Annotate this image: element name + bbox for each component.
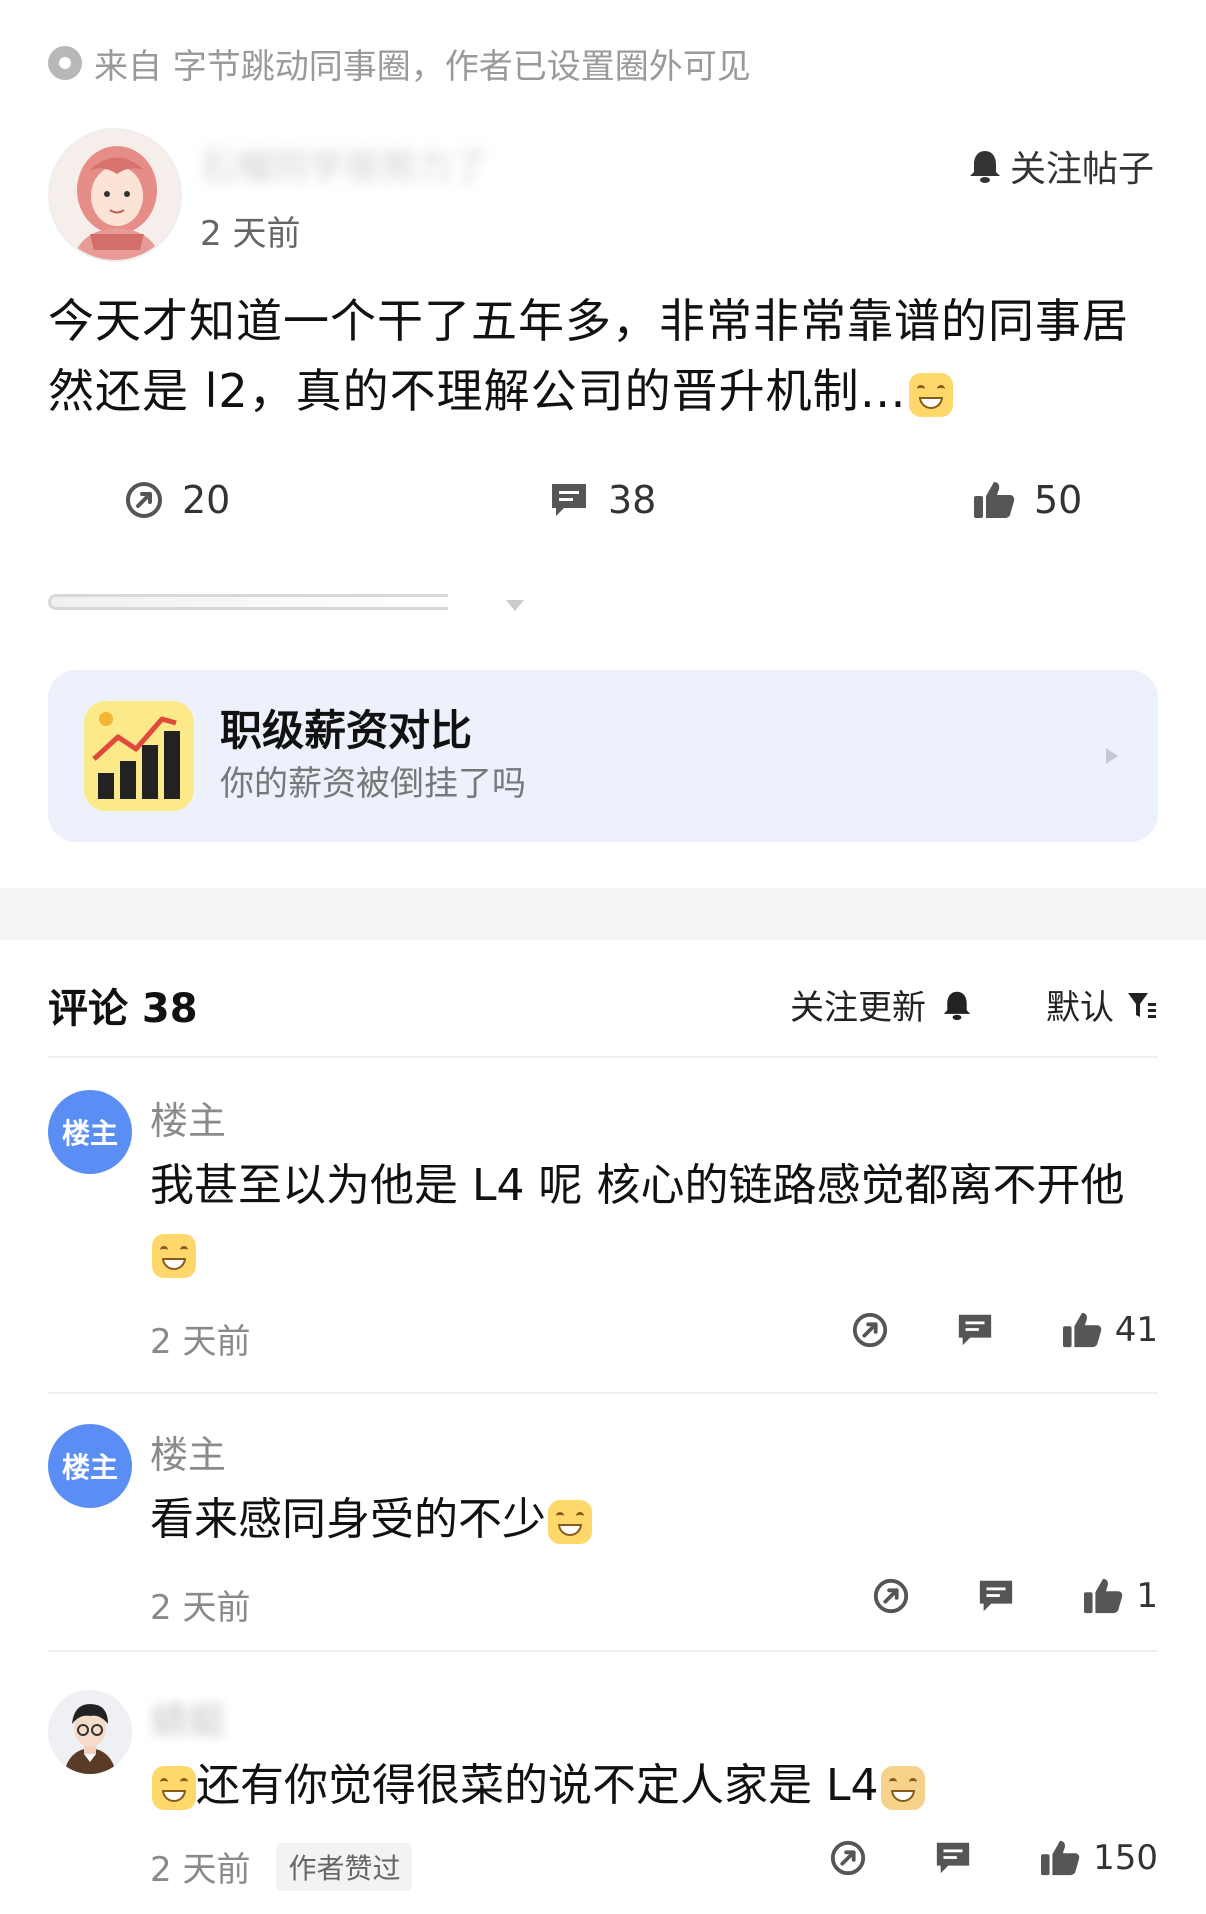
comment-time-text: 2 天前 xyxy=(150,1322,251,1362)
comment-author-name[interactable]: 蜻蜓 xyxy=(150,1690,226,1745)
salary-comparison-card[interactable]: 职级薪资对比 你的薪资被倒挂了吗 xyxy=(48,670,1158,842)
comment-icon xyxy=(958,1314,991,1346)
comment-count: 38 xyxy=(608,478,657,522)
comment-share-button[interactable] xyxy=(872,1577,910,1615)
follow-post-button[interactable]: 关注帖子 xyxy=(968,140,1154,192)
comment-author-name[interactable]: 楼主 xyxy=(150,1424,226,1479)
comment-text: 看来感同身受的不少 xyxy=(150,1486,1150,1554)
thumbs-up-icon xyxy=(974,482,1015,518)
circle-source-text: 来自 字节跳动同事圈，作者已设置圈外可见 xyxy=(94,46,751,87)
like-count: 50 xyxy=(1034,478,1083,522)
collapse-toggle[interactable] xyxy=(48,594,524,612)
salary-card-subtitle: 你的薪资被倒挂了吗 xyxy=(220,764,526,804)
thumbs-up-icon xyxy=(1062,1312,1101,1348)
share-icon xyxy=(874,1578,909,1614)
comment-reply-button[interactable] xyxy=(933,1839,973,1877)
author-liked-badge: 作者赞过 xyxy=(276,1842,413,1891)
post-time: 2 天前 xyxy=(200,214,301,254)
comment-actions: 41 xyxy=(851,1310,1158,1350)
post-stats: 20 38 50 xyxy=(0,478,1206,538)
comment-like-button[interactable]: 41 xyxy=(1061,1310,1158,1350)
comment-text-content: 看来感同身受的不少 xyxy=(150,1494,546,1545)
circle-icon xyxy=(48,46,82,80)
filter-icon xyxy=(1128,992,1156,1018)
thumbs-up-icon xyxy=(1041,1840,1080,1876)
grin-emoji-icon xyxy=(548,1500,592,1544)
bell-icon xyxy=(969,151,1000,183)
divider xyxy=(48,1650,1158,1652)
comment-like-button[interactable]: 1 xyxy=(1082,1576,1158,1616)
comment-time-text: 2 天前 xyxy=(150,1588,251,1628)
salary-chart-icon xyxy=(84,701,194,811)
commenter-avatar[interactable] xyxy=(48,1690,132,1774)
share-icon xyxy=(830,1840,866,1876)
thumbs-up-icon xyxy=(1084,1578,1123,1614)
comment-share-button[interactable] xyxy=(829,1839,867,1877)
section-divider xyxy=(0,888,1206,940)
comment-time: 2 天前 xyxy=(150,1580,250,1629)
comment-actions: 1 xyxy=(872,1576,1158,1616)
comment-like-button[interactable]: 150 xyxy=(1039,1838,1158,1878)
post-body: 今天才知道一个干了五年多，非常非常靠谱的同事居然还是 l2，真的不理解公司的晋升… xyxy=(48,286,1158,426)
author-avatar[interactable]: 楼主 xyxy=(48,1424,132,1508)
bell-icon xyxy=(943,991,971,1020)
comment-time-text: 2 天前 xyxy=(150,1850,251,1890)
comment-icon xyxy=(936,1842,970,1874)
sort-label: 默认 xyxy=(1046,988,1114,1028)
share-count: 20 xyxy=(182,478,231,522)
comment-text-content: 我甚至以为他是 L4 呢 核心的链路感觉都离不开他 xyxy=(150,1160,1125,1211)
comment-like-count: 150 xyxy=(1093,1838,1158,1878)
grin-emoji-icon xyxy=(152,1234,196,1278)
share-icon xyxy=(852,1312,887,1348)
comment-text: 还有你觉得很菜的说不定人家是 L4 xyxy=(150,1752,1150,1820)
post-author-name[interactable]: 石榴同学很努力了 xyxy=(200,138,540,188)
divider xyxy=(48,1056,1158,1058)
sort-button[interactable]: 默认 xyxy=(1046,980,1158,1029)
post-author-avatar[interactable] xyxy=(48,128,182,262)
doge-emoji-icon xyxy=(880,1766,925,1810)
chevron-down-icon xyxy=(506,600,524,611)
comment-icon xyxy=(980,1580,1013,1612)
follow-post-label: 关注帖子 xyxy=(1009,149,1154,190)
shy-emoji-icon xyxy=(908,372,953,417)
author-avatar[interactable]: 楼主 xyxy=(48,1090,132,1174)
divider xyxy=(48,1392,1158,1394)
circle-source: 来自 字节跳动同事圈，作者已设置圈外可见 xyxy=(48,40,751,87)
comment-author-name[interactable]: 楼主 xyxy=(150,1090,226,1145)
comment-time: 2 天前 作者赞过 xyxy=(150,1842,413,1891)
comment-like-count: 1 xyxy=(1136,1576,1158,1616)
share-button[interactable]: 20 xyxy=(124,478,230,522)
comment-like-count: 41 xyxy=(1114,1310,1158,1350)
comment-button[interactable]: 38 xyxy=(548,478,656,522)
share-icon xyxy=(126,482,162,518)
comments-header: 评论 38 关注更新 默认 xyxy=(48,972,1158,1032)
comment-reply-button[interactable] xyxy=(976,1577,1016,1615)
follow-updates-button[interactable]: 关注更新 xyxy=(790,980,972,1029)
chevron-right-icon xyxy=(1106,748,1118,764)
comment-reply-button[interactable] xyxy=(955,1311,995,1349)
comment-text: 我甚至以为他是 L4 呢 核心的链路感觉都离不开他 xyxy=(150,1152,1150,1288)
comment-share-button[interactable] xyxy=(851,1311,889,1349)
comment-actions: 150 xyxy=(829,1838,1158,1878)
follow-updates-label: 关注更新 xyxy=(790,988,926,1028)
post-body-text: 今天才知道一个干了五年多，非常非常靠谱的同事居然还是 l2，真的不理解公司的晋升… xyxy=(48,294,1129,418)
comments-title: 评论 38 xyxy=(48,986,198,1032)
comment-time: 2 天前 xyxy=(150,1314,250,1363)
comment-icon xyxy=(552,484,586,516)
salary-card-title: 职级薪资对比 xyxy=(220,706,473,755)
like-button[interactable]: 50 xyxy=(972,478,1082,522)
grin-emoji-icon xyxy=(152,1766,196,1810)
comment-text-content: 还有你觉得很菜的说不定人家是 L4 xyxy=(196,1760,879,1811)
